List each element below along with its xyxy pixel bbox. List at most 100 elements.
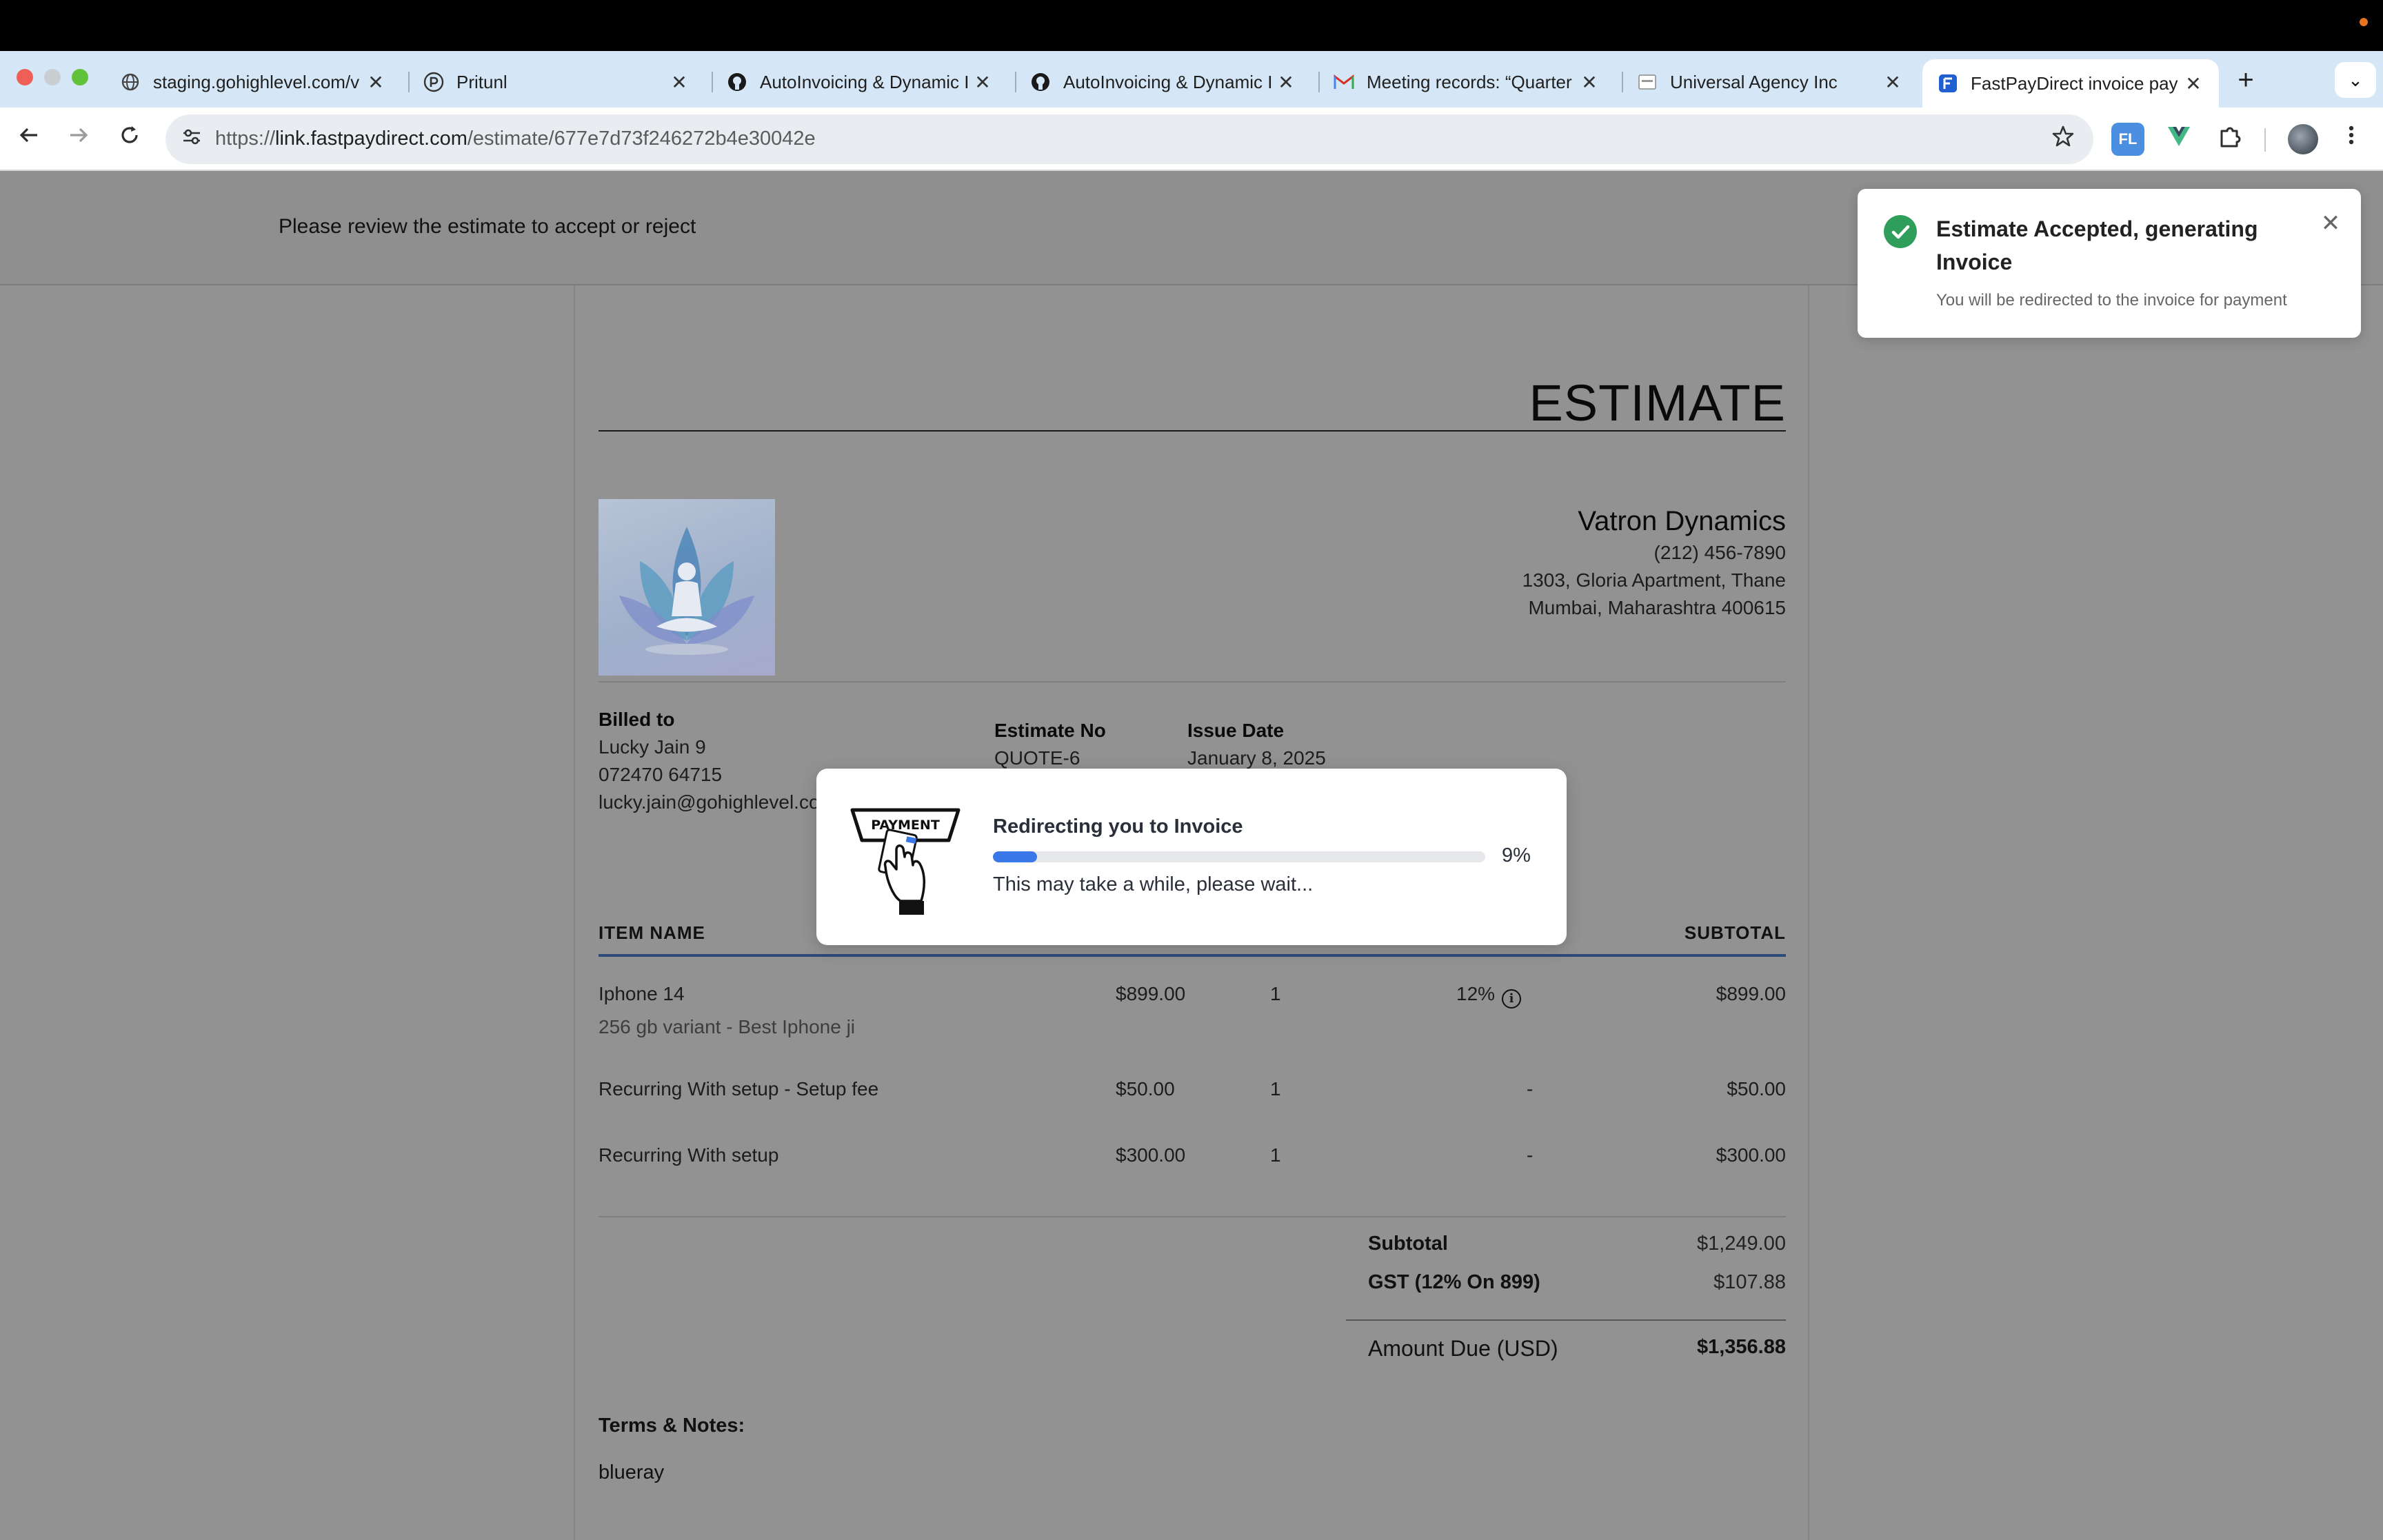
browser-tab[interactable]: AutoInvoicing & Dynamic I ✕ — [712, 61, 1008, 103]
browser-tab[interactable]: Meeting records: “Quarter ✕ — [1318, 61, 1615, 103]
browser-tab[interactable]: Universal Agency Inc ✕ — [1622, 61, 1918, 103]
customer-phone: 072470 64715 — [599, 764, 723, 785]
company-phone: (212) 456-7890 — [1653, 542, 1786, 563]
table-row: Recurring With setup - Setup fee $50.00 … — [599, 1078, 1786, 1113]
billed-to-label: Billed to — [599, 709, 675, 730]
arrow-left-icon — [19, 128, 37, 143]
column-header-subtotal: SUBTOTAL — [1684, 922, 1786, 943]
table-row: Iphone 14 256 gb variant - Best Iphone j… — [599, 983, 1786, 1052]
os-menu-bar — [0, 0, 2383, 51]
recording-indicator-icon — [2360, 18, 2368, 26]
bookmark-star-icon[interactable] — [2048, 124, 2078, 154]
globe-icon — [120, 72, 141, 92]
billed-to-block: Billed to Lucky Jain 9 072470 64715 luck… — [599, 706, 820, 816]
customer-email: lucky.jain@gohighlevel.co — [599, 791, 820, 813]
toolbar-divider — [2264, 128, 2266, 152]
pritunl-icon — [423, 72, 444, 92]
forward-button[interactable] — [62, 123, 95, 156]
item-subtotal: $300.00 — [1716, 1144, 1786, 1166]
success-toast: Estimate Accepted, generating Invoice Yo… — [1858, 189, 2361, 338]
item-price: $899.00 — [1116, 983, 1186, 1004]
section-divider — [599, 681, 1786, 682]
company-info: Vatron Dynamics (212) 456-7890 1303, Glo… — [1522, 503, 1786, 622]
item-price: $50.00 — [1116, 1078, 1175, 1100]
item-qty: 1 — [1270, 983, 1281, 1004]
amount-due-label: Amount Due (USD) — [1368, 1336, 1558, 1361]
window-close-button[interactable] — [17, 69, 33, 85]
tab-close-icon[interactable]: ✕ — [365, 71, 386, 94]
browser-tab-active[interactable]: FastPayDirect invoice pay ✕ — [1922, 59, 2219, 108]
payment-illustration-label: PAYMENT — [871, 818, 940, 833]
browser-tab[interactable]: AutoInvoicing & Dynamic I ✕ — [1015, 61, 1311, 103]
progress-bar — [993, 851, 1485, 862]
company-name: Vatron Dynamics — [1578, 506, 1786, 536]
modal-title: Redirecting you to Invoice — [993, 815, 1243, 838]
info-icon[interactable]: i — [1502, 989, 1522, 1009]
payment-card-icon: PAYMENT — [850, 808, 961, 915]
redirect-modal: PAYMENT Redirecting you to Invoice 9% Th… — [816, 769, 1567, 945]
toast-close-icon[interactable]: ✕ — [2317, 210, 2344, 237]
terms-text: blueray — [599, 1461, 665, 1483]
back-button[interactable] — [12, 123, 46, 156]
item-name: Recurring With setup - Setup fee — [599, 1078, 879, 1100]
item-subtotal: $50.00 — [1727, 1078, 1786, 1100]
new-tab-button[interactable]: + — [2229, 63, 2263, 98]
item-name: Iphone 14 — [599, 983, 685, 1004]
browser-tab[interactable]: staging.gohighlevel.com/v ✕ — [105, 61, 401, 103]
item-name: Recurring With setup — [599, 1144, 779, 1166]
document-title: ESTIMATE — [1529, 374, 1786, 432]
extension-fl-icon[interactable]: FL — [2111, 123, 2144, 156]
reload-button[interactable] — [113, 123, 146, 156]
tab-close-icon[interactable]: ✕ — [1276, 71, 1296, 94]
page-icon — [1637, 72, 1658, 92]
extension-vue-icon[interactable] — [2162, 123, 2195, 156]
item-subtotal: $899.00 — [1716, 983, 1786, 1004]
totals-divider — [599, 1216, 1786, 1217]
issue-date-block: Issue Date January 8, 2025 — [1187, 717, 1326, 772]
github-icon — [727, 72, 747, 92]
modal-subtitle: This may take a while, please wait... — [993, 873, 1314, 895]
company-address-line1: 1303, Gloria Apartment, Thane — [1522, 569, 1786, 591]
item-tax: - — [1527, 1144, 1534, 1166]
item-qty: 1 — [1270, 1078, 1281, 1100]
extensions-puzzle-icon[interactable] — [2213, 123, 2246, 156]
toast-subtitle: You will be redirected to the invoice fo… — [1936, 291, 2287, 310]
review-instruction: Please review the estimate to accept or … — [279, 215, 696, 238]
progress-percent: 9% — [1502, 844, 1531, 867]
github-icon — [1030, 72, 1051, 92]
tab-close-icon[interactable]: ✕ — [1882, 71, 1903, 94]
browser-menu-kebab-icon[interactable] — [2335, 123, 2368, 156]
window-minimize-button[interactable] — [44, 69, 61, 85]
url-text: https://link.fastpaydirect.com/estimate/… — [215, 128, 816, 150]
company-address-line2: Mumbai, Maharashtra 400615 — [1528, 597, 1786, 618]
subtotal-value: $1,249.00 — [1696, 1233, 1786, 1255]
item-description: 256 gb variant - Best Iphone ji — [599, 1016, 856, 1037]
tab-search-button[interactable]: ⌄ — [2335, 62, 2376, 98]
browser-tab[interactable]: Pritunl ✕ — [408, 61, 705, 103]
tab-close-icon[interactable]: ✕ — [972, 71, 993, 94]
browser-toolbar: https://link.fastpaydirect.com/estimate/… — [0, 108, 2383, 171]
url-path: /estimate/677e7d73f246272b4e30042e — [467, 128, 816, 150]
url-host: link.fastpaydirect.com — [275, 128, 467, 150]
arrow-right-icon — [70, 128, 88, 143]
browser-tab-strip: staging.gohighlevel.com/v ✕ Pritunl ✕ Au… — [0, 51, 2383, 108]
tab-close-icon[interactable]: ✕ — [669, 71, 690, 94]
profile-avatar[interactable] — [2288, 124, 2318, 154]
site-settings-icon[interactable] — [178, 125, 205, 153]
title-divider — [599, 430, 1786, 432]
gmail-icon — [1334, 72, 1354, 92]
terms-label: Terms & Notes: — [599, 1415, 745, 1437]
url-scheme: https:// — [215, 128, 276, 150]
estimate-number-label: Estimate No — [994, 720, 1106, 741]
reload-icon — [121, 126, 138, 143]
estimate-number-block: Estimate No QUOTE-6 — [994, 717, 1106, 772]
issue-date: January 8, 2025 — [1187, 747, 1326, 769]
item-price: $300.00 — [1116, 1144, 1186, 1166]
subtotal-label: Subtotal — [1368, 1233, 1448, 1255]
window-zoom-button[interactable] — [72, 69, 88, 85]
address-bar[interactable]: https://link.fastpaydirect.com/estimate/… — [165, 114, 2093, 164]
tab-close-icon[interactable]: ✕ — [1579, 71, 1600, 94]
amount-due-divider — [1346, 1319, 1786, 1321]
lotus-meditation-icon — [619, 527, 754, 655]
tab-close-icon[interactable]: ✕ — [2183, 72, 2204, 95]
